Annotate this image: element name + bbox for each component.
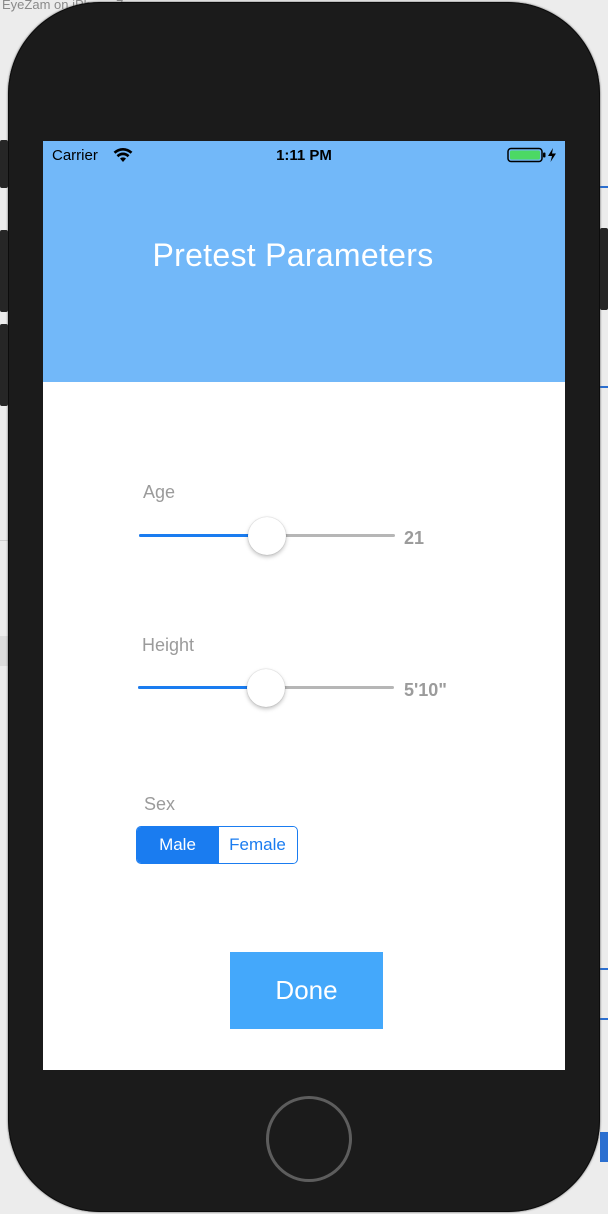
volume-up-button <box>0 230 8 312</box>
status-bar: Carrier 1:11 PM <box>43 141 565 169</box>
age-slider[interactable] <box>139 517 395 555</box>
height-slider[interactable] <box>138 669 394 707</box>
sex-label: Sex <box>144 794 176 814</box>
status-time: 1:11 PM <box>276 147 332 164</box>
volume-down-button <box>0 324 8 406</box>
done-button[interactable]: Done <box>230 952 383 1029</box>
height-slider-thumb[interactable] <box>247 669 285 707</box>
home-button[interactable] <box>266 1096 352 1182</box>
height-label: Height <box>142 635 195 655</box>
silent-switch <box>0 140 8 188</box>
host-divider <box>600 386 608 388</box>
height-value: 5'10" <box>404 680 447 700</box>
host-divider <box>600 1132 608 1162</box>
page-title: Pretest Parameters <box>152 237 434 273</box>
app-screen: Carrier 1:11 PM Pretest Parameters Age 2… <box>43 141 565 1070</box>
sex-segmented-control[interactable]: Male Female <box>136 826 298 864</box>
segment-male[interactable]: Male <box>137 827 218 863</box>
segment-female[interactable]: Female <box>218 827 296 863</box>
header-banner: Carrier 1:11 PM Pretest Parameters <box>43 141 565 382</box>
age-slider-thumb[interactable] <box>248 517 286 555</box>
battery-charging-icon <box>507 147 556 163</box>
age-value: 21 <box>404 528 425 548</box>
host-divider <box>600 186 608 188</box>
host-divider <box>600 968 608 970</box>
power-button <box>600 228 608 310</box>
age-label: Age <box>143 482 176 502</box>
host-divider <box>600 1018 608 1020</box>
